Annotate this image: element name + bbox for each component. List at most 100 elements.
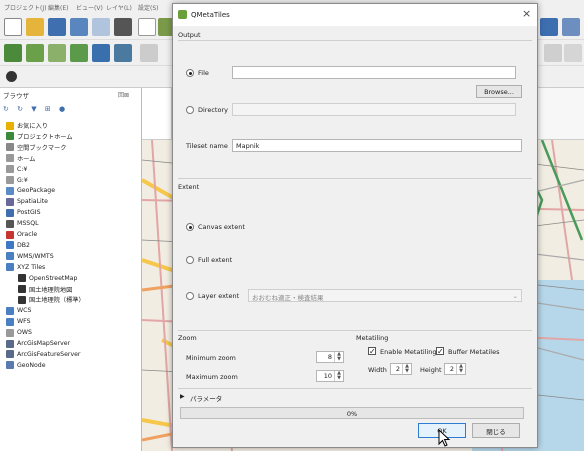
browser-item-label: お気に入り — [17, 123, 48, 130]
browser-item[interactable]: ホーム — [6, 153, 35, 164]
spin-arrows-icon[interactable]: ▲ ▼ — [334, 352, 343, 362]
browser-item[interactable]: Oracle — [6, 229, 37, 240]
browser-item[interactable]: WMS/WMTS — [6, 251, 54, 262]
attribute-table-icon[interactable] — [540, 18, 558, 36]
file-path-field[interactable] — [232, 66, 516, 79]
metatiling-section-label: Metatiling — [356, 334, 389, 342]
browser-item[interactable]: OpenStreetMap — [18, 273, 77, 284]
browser-item[interactable]: ArcGisMapServer — [6, 338, 70, 349]
menu-settings[interactable]: 設定(S) — [138, 3, 159, 12]
full-extent-radio[interactable] — [186, 256, 194, 264]
menu-project[interactable]: プロジェクト(J) — [4, 3, 46, 12]
add-vector-icon[interactable] — [4, 44, 22, 62]
width-spinbox[interactable]: 2 ▲ ▼ — [390, 363, 412, 375]
spin-arrows-icon[interactable]: ▲ ▼ — [334, 371, 343, 381]
add-delimited-icon[interactable] — [48, 44, 66, 62]
edit-pencil-icon[interactable] — [140, 44, 158, 62]
browser-item[interactable]: 国土地理院地図 — [18, 284, 72, 295]
browser-item[interactable]: WCS — [6, 305, 31, 316]
browser-item-icon — [6, 208, 14, 217]
new-project-icon[interactable] — [4, 18, 22, 36]
browser-item[interactable]: プロジェクトホーム — [6, 131, 73, 142]
browser-item-icon — [6, 361, 14, 370]
height-label: Height — [420, 366, 442, 374]
browser-item[interactable]: DB2 — [6, 240, 30, 251]
browser-item-icon — [6, 306, 14, 315]
save-icon[interactable] — [48, 18, 66, 36]
browser-item-label: DB2 — [17, 241, 30, 249]
enable-metatiling-checkbox[interactable]: ✓ — [368, 347, 376, 356]
height-spinbox[interactable]: 2 ▲ ▼ — [444, 363, 466, 375]
add-raster-icon[interactable] — [26, 44, 44, 62]
browser-item-label: WCS — [17, 307, 32, 315]
zoom-divider — [178, 330, 532, 331]
add-postgis-icon[interactable] — [92, 44, 110, 62]
browser-item[interactable]: MSSQL — [6, 218, 39, 229]
layer-extent-select[interactable]: おおむね適正・検査結果 ⌄ — [248, 289, 522, 302]
browser-item-icon — [6, 154, 14, 163]
enable-metatiling-label: Enable Metatiling — [380, 348, 437, 356]
expand-arrow-icon[interactable]: ▶ — [180, 393, 185, 400]
browser-item-label: WMS/WMTS — [17, 252, 54, 260]
parameters-toggle[interactable]: パラメータ — [190, 393, 222, 403]
browser-item[interactable]: C:¥ — [6, 164, 27, 175]
tileset-name-field[interactable]: Mapnik — [232, 139, 522, 152]
menu-view[interactable]: ビュー(V) — [76, 3, 103, 12]
browser-item-icon — [18, 285, 26, 293]
browser-item-icon — [6, 219, 14, 228]
directory-field[interactable] — [232, 103, 516, 116]
panel-float-close-icon[interactable]: 回⊠ — [118, 90, 129, 99]
directory-label: Directory — [198, 106, 228, 114]
properties-icon[interactable]: ● — [59, 105, 65, 113]
browser-item[interactable]: ArcGisFeatureServer — [6, 349, 80, 360]
print-layout-icon[interactable] — [92, 18, 110, 36]
add-spatialite-icon[interactable] — [70, 44, 88, 62]
refresh-icon[interactable]: ↻ — [3, 105, 9, 113]
browser-item-icon — [6, 263, 14, 272]
height-value: 2 — [449, 365, 454, 373]
browser-item[interactable]: 空間ブックマーク — [6, 142, 67, 153]
label-move-icon[interactable] — [564, 44, 582, 62]
label-tool-icon[interactable] — [544, 44, 562, 62]
file-radio[interactable] — [186, 69, 194, 77]
spin-arrows-icon[interactable]: ▲ ▼ — [402, 364, 411, 374]
browser-item-label: Oracle — [17, 231, 38, 238]
add-wms-icon[interactable] — [114, 44, 132, 62]
buffer-metatiles-checkbox[interactable]: ✓ — [436, 347, 444, 356]
browser-item[interactable]: OWS — [6, 327, 32, 338]
style-manager-icon[interactable] — [114, 18, 132, 36]
menu-layer[interactable]: レイヤ(L) — [106, 3, 132, 12]
browser-item-icon — [6, 176, 14, 184]
browser-item[interactable]: GeoPackage — [6, 185, 55, 196]
canvas-extent-radio[interactable] — [186, 223, 194, 231]
python-console-icon[interactable] — [6, 71, 17, 82]
browser-item[interactable]: PostGIS — [6, 207, 41, 218]
browser-item[interactable]: 国土地理院（標準） — [18, 294, 85, 305]
close-button[interactable]: 閉じる — [472, 423, 520, 438]
browser-item[interactable]: SpatiaLite — [6, 196, 48, 207]
browser-item[interactable]: お気に入り — [6, 120, 48, 131]
open-folder-icon[interactable] — [26, 18, 44, 36]
browse-button[interactable]: Browse... — [476, 85, 522, 98]
browser-item-label: GeoNode — [17, 361, 46, 369]
refresh-alt-icon[interactable]: ↻ — [17, 105, 23, 113]
spin-arrows-icon[interactable]: ▲ ▼ — [456, 364, 465, 374]
directory-radio[interactable] — [186, 106, 194, 114]
collapse-icon[interactable]: ⊞ — [45, 105, 51, 113]
max-zoom-spinbox[interactable]: 10 ▲ ▼ — [316, 370, 344, 382]
layer-extent-radio[interactable] — [186, 292, 194, 300]
filter-icon[interactable]: ▼ — [31, 105, 36, 113]
browser-item-label: ArcGisFeatureServer — [17, 350, 81, 358]
close-icon[interactable]: × — [522, 7, 531, 20]
menu-edit[interactable]: 編集(E) — [48, 3, 68, 12]
browser-item[interactable]: G:¥ — [6, 175, 28, 186]
browser-item[interactable]: WFS — [6, 316, 31, 327]
pan-hand-icon[interactable] — [138, 18, 156, 36]
browser-item-icon — [6, 121, 14, 130]
min-zoom-spinbox[interactable]: 8 ▲ ▼ — [316, 351, 344, 363]
browser-item[interactable]: XYZ Tiles — [6, 262, 45, 273]
browser-item-label: ArcGisMapServer — [17, 340, 71, 347]
statistics-icon[interactable] — [562, 18, 580, 36]
save-as-icon[interactable] — [70, 18, 88, 36]
browser-item[interactable]: GeoNode — [6, 360, 46, 371]
